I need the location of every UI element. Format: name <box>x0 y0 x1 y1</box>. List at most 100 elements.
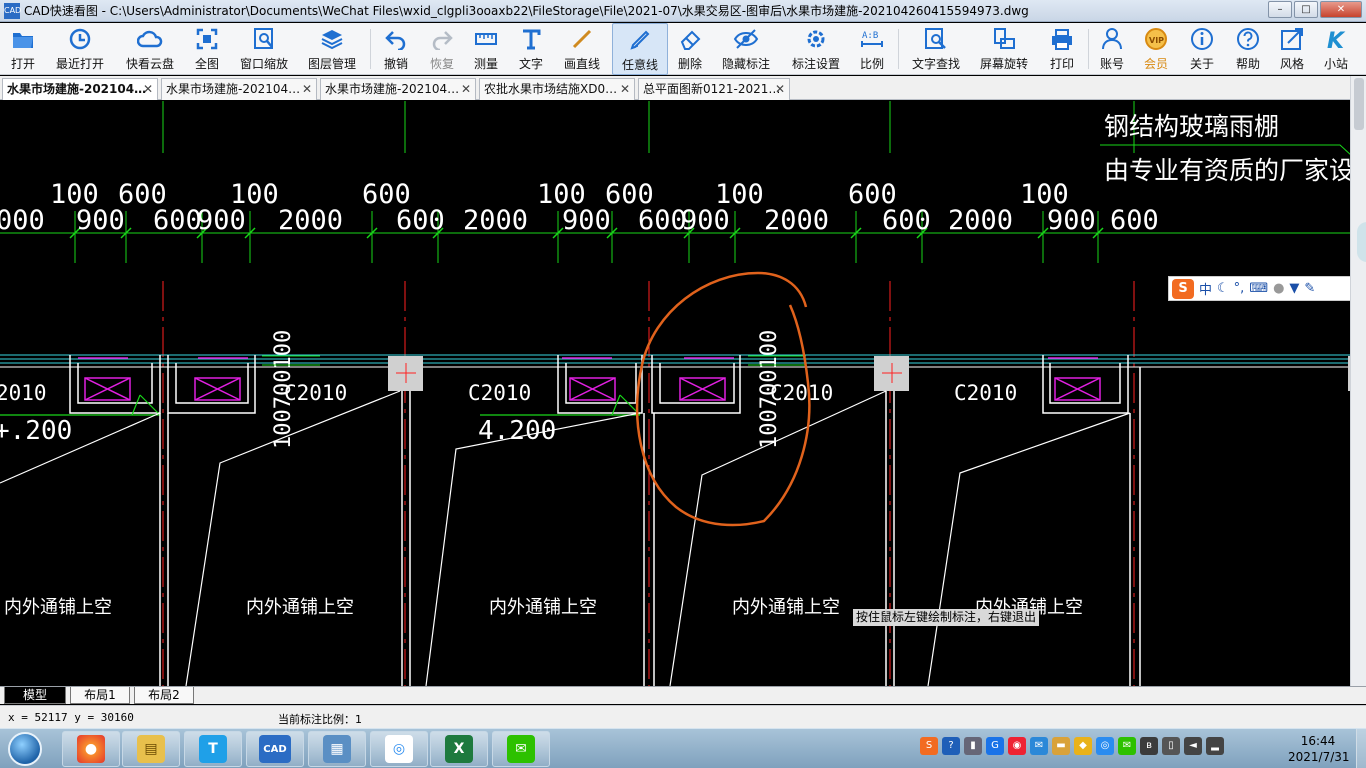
vertical-scrollbar[interactable] <box>1350 76 1366 686</box>
zoom-window-button[interactable]: 窗口缩放 <box>236 23 292 75</box>
taskbar-cad-viewer[interactable]: CAD <box>246 731 304 767</box>
dim-text: 000 <box>0 205 45 236</box>
device-tray-icon[interactable]: ▯ <box>1162 737 1180 755</box>
taskbar-baidu-netdisk[interactable]: ◎ <box>370 731 428 767</box>
taskbar-wechat[interactable]: ✉ <box>492 731 550 767</box>
tab-model[interactable]: 模型 <box>4 687 66 704</box>
close-button[interactable]: ✕ <box>1320 1 1362 18</box>
drawing-canvas[interactable]: 100 600 100 600 100 600 100 600 100 000 … <box>0 101 1350 686</box>
taskbar-file-explorer[interactable]: ▤ <box>122 731 180 767</box>
draw-line-button[interactable]: 画直线 <box>560 23 604 75</box>
canvas-tooltip: 按住鼠标左键绘制标注，右键退出 <box>853 609 1040 626</box>
taskbar-firefox[interactable]: ● <box>62 731 120 767</box>
freehand-line-button[interactable]: 任意线 <box>612 23 668 75</box>
shield-tray-icon[interactable]: ◆ <box>1074 737 1092 755</box>
delete-button[interactable]: 删除 <box>672 23 708 75</box>
volume-tray-icon[interactable]: ◄ <box>1184 737 1202 755</box>
account-button[interactable]: 账号 <box>1094 23 1130 75</box>
annotation-settings-button[interactable]: 标注设置 <box>786 23 846 75</box>
mail-tray-icon[interactable]: ✉ <box>1030 737 1048 755</box>
wechat-tray-icon[interactable]: ✉ <box>1118 737 1136 755</box>
user-icon <box>1099 26 1125 52</box>
system-clock[interactable]: 16:44 2021/7/31 <box>1288 733 1350 765</box>
annotation-scale-status: 当前标注比例：1 <box>278 713 362 726</box>
about-button[interactable]: 关于 <box>1184 23 1220 75</box>
tab-close-icon[interactable]: ✕ <box>620 79 630 99</box>
bluetooth-tray-icon[interactable]: ʙ <box>1140 737 1158 755</box>
show-desktop-button[interactable] <box>1356 729 1366 768</box>
user-icon[interactable]: ● <box>1273 281 1284 296</box>
tab-label: 水果市场建施-202104… <box>325 82 460 96</box>
redo-button[interactable]: 恢复 <box>424 23 460 75</box>
wrench-icon[interactable]: ✎ <box>1304 281 1315 296</box>
status-bar: x = 52117 y = 30160 当前标注比例：1 <box>0 705 1366 728</box>
sogou-tray-icon[interactable]: S <box>920 737 938 755</box>
start-button[interactable] <box>8 732 42 766</box>
recent-open-button[interactable]: 最近打开 <box>50 23 110 75</box>
folder-tray-icon[interactable]: ▬ <box>1052 737 1070 755</box>
taskbar-remote-desktop[interactable]: ▦ <box>308 731 366 767</box>
tab-close-icon[interactable]: ✕ <box>461 79 471 99</box>
cloud-drive-button[interactable]: 快看云盘 <box>120 23 180 75</box>
network-tray-icon[interactable]: ▂ <box>1206 737 1224 755</box>
text-search-button[interactable]: 文字查找 <box>906 23 966 75</box>
measure-button[interactable]: 测量 <box>468 23 504 75</box>
undo-icon <box>383 26 409 52</box>
punctuation-icon[interactable]: °, <box>1234 281 1245 296</box>
tab-close-icon[interactable]: ✕ <box>775 79 785 99</box>
layer-manager-button[interactable]: 图层管理 <box>302 23 362 75</box>
scale-button[interactable]: A:B 比例 <box>854 23 890 75</box>
netease-tray-icon[interactable]: ◉ <box>1008 737 1026 755</box>
cloud-icon <box>137 26 163 52</box>
minimize-button[interactable]: – <box>1268 1 1292 18</box>
vip-label: 会员 <box>1143 57 1168 71</box>
screen-rotate-button[interactable]: 屏幕旋转 <box>976 23 1032 75</box>
netdisk-tray-icon[interactable]: ◎ <box>1096 737 1114 755</box>
help-tray-icon[interactable]: ? <box>942 737 960 755</box>
print-button[interactable]: 打印 <box>1044 23 1080 75</box>
shirt-icon[interactable]: ▼ <box>1289 281 1299 296</box>
document-tabs: 水果市场建施-202104… ✕ 水果市场建施-202104… ✕ 水果市场建施-2… <box>0 76 1350 100</box>
tab-layout1[interactable]: 布局1 <box>70 687 130 704</box>
tab-layout2[interactable]: 布局2 <box>134 687 194 704</box>
style-button[interactable]: 风格 <box>1274 23 1310 75</box>
moon-icon[interactable]: ☾ <box>1217 281 1229 296</box>
text-button[interactable]: 文字 <box>512 23 550 75</box>
scrollbar-thumb[interactable] <box>1354 78 1364 130</box>
sogou-logo-icon[interactable]: S <box>1172 278 1194 299</box>
tab-document-5[interactable]: 总平面图新0121-2021… ✕ <box>638 78 790 100</box>
google-tray-icon[interactable]: G <box>986 737 1004 755</box>
tab-close-icon[interactable]: ✕ <box>143 79 153 99</box>
taskbar-t-app[interactable]: T <box>184 731 242 767</box>
redo-label: 恢复 <box>429 57 454 71</box>
ime-mode-chinese[interactable]: 中 <box>1199 279 1212 298</box>
help-button[interactable]: 帮助 <box>1230 23 1266 75</box>
tab-document-2[interactable]: 水果市场建施-202104… ✕ <box>161 78 317 100</box>
side-panel-handle[interactable] <box>1357 222 1366 262</box>
eye-hide-icon <box>733 26 759 52</box>
tab-document-4[interactable]: 农批水果市场结施XD0… ✕ <box>479 78 635 100</box>
vip-button[interactable]: VIP 会员 <box>1138 23 1174 75</box>
remote-desktop-icon: ▦ <box>323 735 351 763</box>
open-button[interactable]: 打开 <box>4 23 42 75</box>
full-view-button[interactable]: 全图 <box>188 23 226 75</box>
note-line-1: 钢结构玻璃雨棚 <box>1104 112 1279 141</box>
canopy-note: 钢结构玻璃雨棚 由专业有资质的厂家设计施工 <box>1104 112 1350 185</box>
usb-tray-icon[interactable]: ▮ <box>964 737 982 755</box>
tab-document-3[interactable]: 水果市场建施-202104… ✕ <box>320 78 476 100</box>
svg-text:A:B: A:B <box>862 31 878 41</box>
maximize-button[interactable]: □ <box>1294 1 1318 18</box>
cad-viewer-window: CAD CAD快速看图 - C:\Users\Administrator\Doc… <box>0 0 1366 768</box>
tab-document-1[interactable]: 水果市场建施-202104… ✕ <box>2 78 158 100</box>
toolbar-divider <box>370 29 371 69</box>
keyboard-icon[interactable]: ⌨ <box>1249 281 1268 296</box>
taskbar-excel[interactable]: X <box>430 731 488 767</box>
undo-button[interactable]: 撤销 <box>378 23 414 75</box>
tab-close-icon[interactable]: ✕ <box>302 79 312 99</box>
annotation-settings-icon <box>803 26 829 52</box>
area-label: 内外通铺上空 <box>4 597 112 618</box>
ime-toolbar[interactable]: S 中 ☾ °, ⌨ ● ▼ ✎ <box>1168 276 1350 301</box>
windows-taskbar: ● ▤ T CAD ▦ ◎ X ✉ S ? ▮ G ◉ ✉ ▬ ◆ ◎ ✉ ʙ … <box>0 728 1366 768</box>
hide-annotation-button[interactable]: 隐藏标注 <box>716 23 776 75</box>
mini-site-button[interactable]: K 小站 <box>1318 23 1354 75</box>
